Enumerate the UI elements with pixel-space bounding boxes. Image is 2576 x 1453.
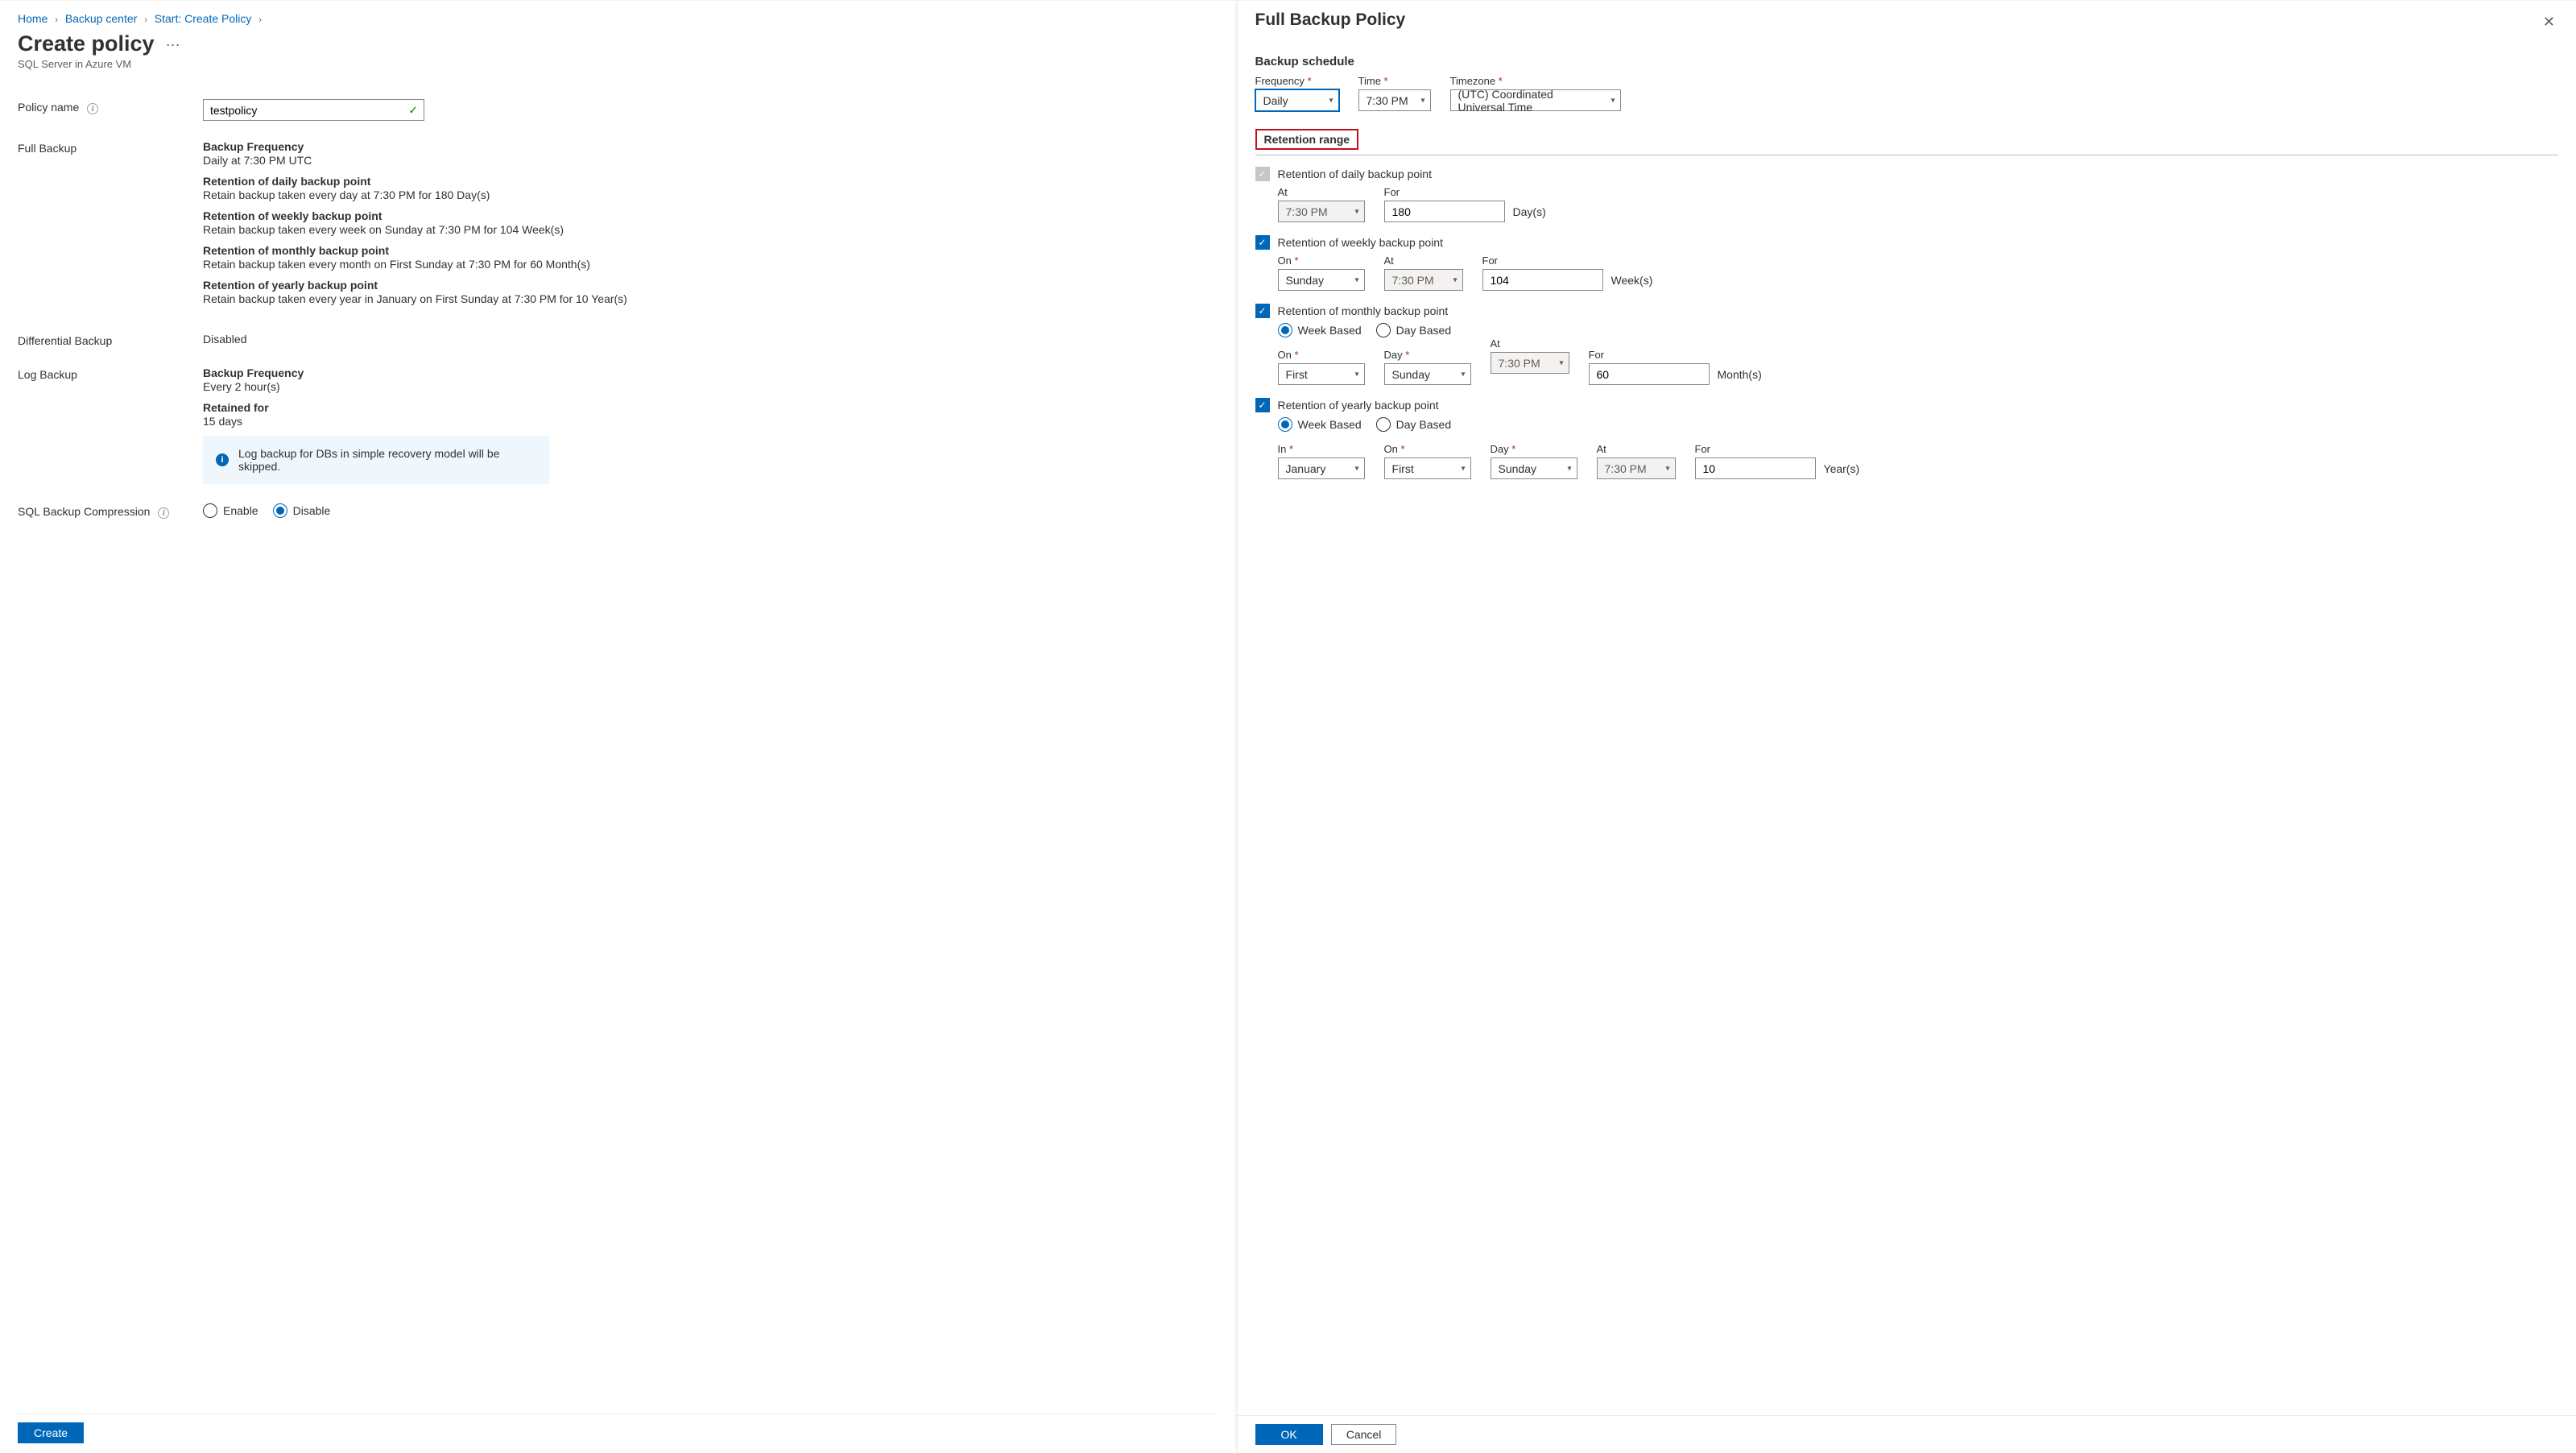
daily-for-input[interactable] — [1384, 201, 1505, 222]
panel-title: Full Backup Policy — [1255, 10, 1406, 30]
monthly-unit: Month(s) — [1718, 368, 1762, 385]
yearly-for-label: For — [1695, 443, 1816, 455]
differential-backup-label: Differential Backup — [18, 333, 203, 347]
daily-retention-label: Retention of daily backup point — [1278, 168, 1432, 180]
frequency-select[interactable]: Daily▾ — [1255, 89, 1339, 111]
monthly-retention-checkbox[interactable] — [1255, 304, 1270, 318]
weekly-at-select: 7:30 PM▾ — [1384, 269, 1463, 291]
chevron-down-icon: ▾ — [1354, 207, 1358, 216]
yearly-unit: Year(s) — [1824, 462, 1860, 479]
log-backup-label: Log Backup — [18, 366, 203, 484]
monthly-day-based-radio[interactable]: Day Based — [1376, 323, 1451, 337]
retention-range-title: Retention range — [1255, 129, 1359, 150]
yearly-day-label: Day * — [1491, 443, 1577, 455]
chevron-down-icon: ▾ — [1461, 370, 1465, 379]
monthly-day-select[interactable]: Sunday▾ — [1384, 363, 1471, 385]
yearly-in-select[interactable]: January▾ — [1278, 457, 1365, 479]
differential-backup-value: Disabled — [203, 333, 1216, 347]
chevron-down-icon: ▾ — [1567, 464, 1571, 473]
monthly-for-input[interactable] — [1589, 363, 1710, 385]
weekly-on-select[interactable]: Sunday▾ — [1278, 269, 1365, 291]
chevron-down-icon: ▾ — [1611, 96, 1615, 105]
policy-name-label: Policy name i — [18, 99, 203, 121]
breadcrumb-start-create-policy[interactable]: Start: Create Policy — [155, 12, 252, 25]
chevron-down-icon: ▾ — [1453, 275, 1457, 284]
chevron-down-icon: ▾ — [1559, 358, 1563, 367]
breadcrumb: Home › Backup center › Start: Create Pol… — [18, 10, 1216, 30]
daily-retention-checkbox — [1255, 167, 1270, 181]
yearly-week-based-radio[interactable]: Week Based — [1278, 417, 1362, 432]
info-icon: i — [216, 453, 229, 466]
yearly-on-select[interactable]: First▾ — [1384, 457, 1471, 479]
chevron-right-icon: › — [140, 15, 151, 25]
log-backup-banner-text: Log backup for DBs in simple recovery mo… — [238, 447, 536, 473]
compression-disable-radio[interactable]: Disable — [273, 503, 331, 518]
chevron-down-icon: ▾ — [1329, 96, 1333, 105]
yearly-retention-label: Retention of yearly backup point — [1278, 399, 1439, 412]
frequency-label: Frequency * — [1255, 75, 1339, 87]
breadcrumb-backup-center[interactable]: Backup center — [65, 12, 138, 25]
yearly-day-based-radio[interactable]: Day Based — [1376, 417, 1451, 432]
chevron-down-icon: ▾ — [1420, 96, 1424, 105]
yearly-on-label: On * — [1384, 443, 1471, 455]
yearly-at-select: 7:30 PM▾ — [1597, 457, 1676, 479]
chevron-down-icon: ▾ — [1461, 464, 1465, 473]
timezone-select[interactable]: (UTC) Coordinated Universal Time▾ — [1450, 89, 1621, 111]
weekly-unit: Week(s) — [1611, 274, 1653, 291]
monthly-week-based-radio[interactable]: Week Based — [1278, 323, 1362, 337]
page-subtitle: SQL Server in Azure VM — [18, 58, 1216, 70]
ok-button[interactable]: OK — [1255, 1424, 1323, 1445]
info-icon[interactable]: i — [158, 507, 169, 519]
log-backup-summary: Backup Frequency Every 2 hour(s) Retaine… — [203, 366, 1216, 484]
weekly-for-label: For — [1482, 255, 1603, 267]
weekly-for-input[interactable] — [1482, 269, 1603, 291]
more-menu-icon[interactable]: ··· — [166, 36, 180, 53]
monthly-on-select[interactable]: First▾ — [1278, 363, 1365, 385]
monthly-retention-label: Retention of monthly backup point — [1278, 304, 1449, 317]
breadcrumb-home[interactable]: Home — [18, 12, 48, 25]
monthly-for-label: For — [1589, 349, 1710, 361]
daily-unit: Day(s) — [1513, 205, 1546, 222]
time-select[interactable]: 7:30 PM▾ — [1358, 89, 1431, 111]
chevron-down-icon: ▾ — [1354, 275, 1358, 284]
monthly-at-label: At — [1491, 337, 1569, 350]
weekly-retention-label: Retention of weekly backup point — [1278, 236, 1443, 249]
backup-schedule-title: Backup schedule — [1255, 55, 2558, 68]
yearly-day-select[interactable]: Sunday▾ — [1491, 457, 1577, 479]
weekly-retention-checkbox[interactable] — [1255, 235, 1270, 250]
chevron-down-icon: ▾ — [1665, 464, 1669, 473]
monthly-at-select: 7:30 PM▾ — [1491, 352, 1569, 374]
daily-at-label: At — [1278, 186, 1365, 198]
full-backup-label: Full Backup — [18, 140, 203, 313]
daily-at-select: 7:30 PM▾ — [1278, 201, 1365, 222]
sql-compression-label: SQL Backup Compression i — [18, 503, 203, 519]
weekly-on-label: On * — [1278, 255, 1365, 267]
yearly-in-label: In * — [1278, 443, 1365, 455]
cancel-button[interactable]: Cancel — [1331, 1424, 1397, 1445]
chevron-down-icon: ▾ — [1354, 370, 1358, 379]
yearly-retention-checkbox[interactable] — [1255, 398, 1270, 412]
compression-enable-radio[interactable]: Enable — [203, 503, 258, 518]
full-backup-summary: Backup Frequency Daily at 7:30 PM UTC Re… — [203, 140, 1216, 313]
monthly-day-label: Day * — [1384, 349, 1471, 361]
close-icon[interactable]: ✕ — [2540, 10, 2558, 34]
policy-name-input[interactable] — [203, 99, 424, 121]
timezone-label: Timezone * — [1450, 75, 1621, 87]
chevron-right-icon: › — [51, 15, 62, 25]
validated-check-icon: ✓ — [408, 103, 418, 117]
weekly-at-label: At — [1384, 255, 1463, 267]
yearly-at-label: At — [1597, 443, 1676, 455]
info-icon[interactable]: i — [87, 103, 98, 114]
page-title: Create policy — [18, 31, 155, 56]
chevron-down-icon: ▾ — [1354, 464, 1358, 473]
create-button[interactable]: Create — [18, 1422, 84, 1443]
yearly-for-input[interactable] — [1695, 457, 1816, 479]
monthly-on-label: On * — [1278, 349, 1365, 361]
time-label: Time * — [1358, 75, 1431, 87]
daily-for-label: For — [1384, 186, 1505, 198]
chevron-right-icon: › — [254, 15, 266, 25]
